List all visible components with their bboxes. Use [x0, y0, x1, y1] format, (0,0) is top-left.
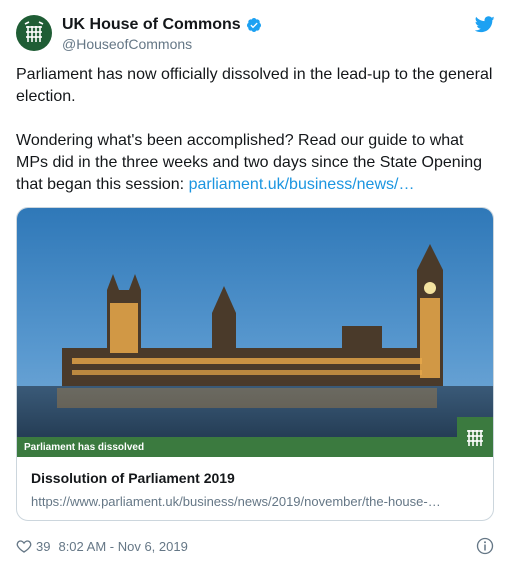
- info-icon[interactable]: [476, 537, 494, 555]
- image-banner-text: Parliament has dissolved: [24, 442, 145, 453]
- parliament-photo: [17, 208, 493, 457]
- tweet-link[interactable]: parliament.uk/business/news/…: [189, 176, 415, 193]
- heart-icon[interactable]: [16, 538, 32, 554]
- tweet-text: Parliament has now officially dissolved …: [16, 64, 496, 196]
- handle[interactable]: @HouseofCommons: [62, 36, 192, 52]
- name-row: UK House of Commons: [62, 16, 262, 34]
- verified-badge-icon: [246, 17, 262, 33]
- tweet-paragraph-1: Parliament has now officially dissolved …: [16, 66, 493, 105]
- tweet-paragraph-2: Wondering what's been accomplished? Read…: [16, 130, 496, 196]
- card-url[interactable]: https://www.parliament.uk/business/news/…: [31, 494, 481, 509]
- timestamp[interactable]: 8:02 AM - Nov 6, 2019: [58, 539, 187, 554]
- tweet-footer: 39 8:02 AM - Nov 6, 2019: [16, 537, 494, 555]
- link-card[interactable]: Parliament has dissolved Dissolution of …: [16, 207, 494, 521]
- banner-logo: [457, 417, 493, 457]
- portcullis-icon: [467, 430, 483, 446]
- card-title[interactable]: Dissolution of Parliament 2019: [31, 470, 235, 486]
- twitter-bird-icon[interactable]: [475, 16, 495, 33]
- portcullis-icon: [24, 21, 44, 42]
- display-name[interactable]: UK House of Commons: [62, 16, 241, 34]
- like-count[interactable]: 39: [36, 539, 50, 554]
- avatar[interactable]: [16, 15, 52, 51]
